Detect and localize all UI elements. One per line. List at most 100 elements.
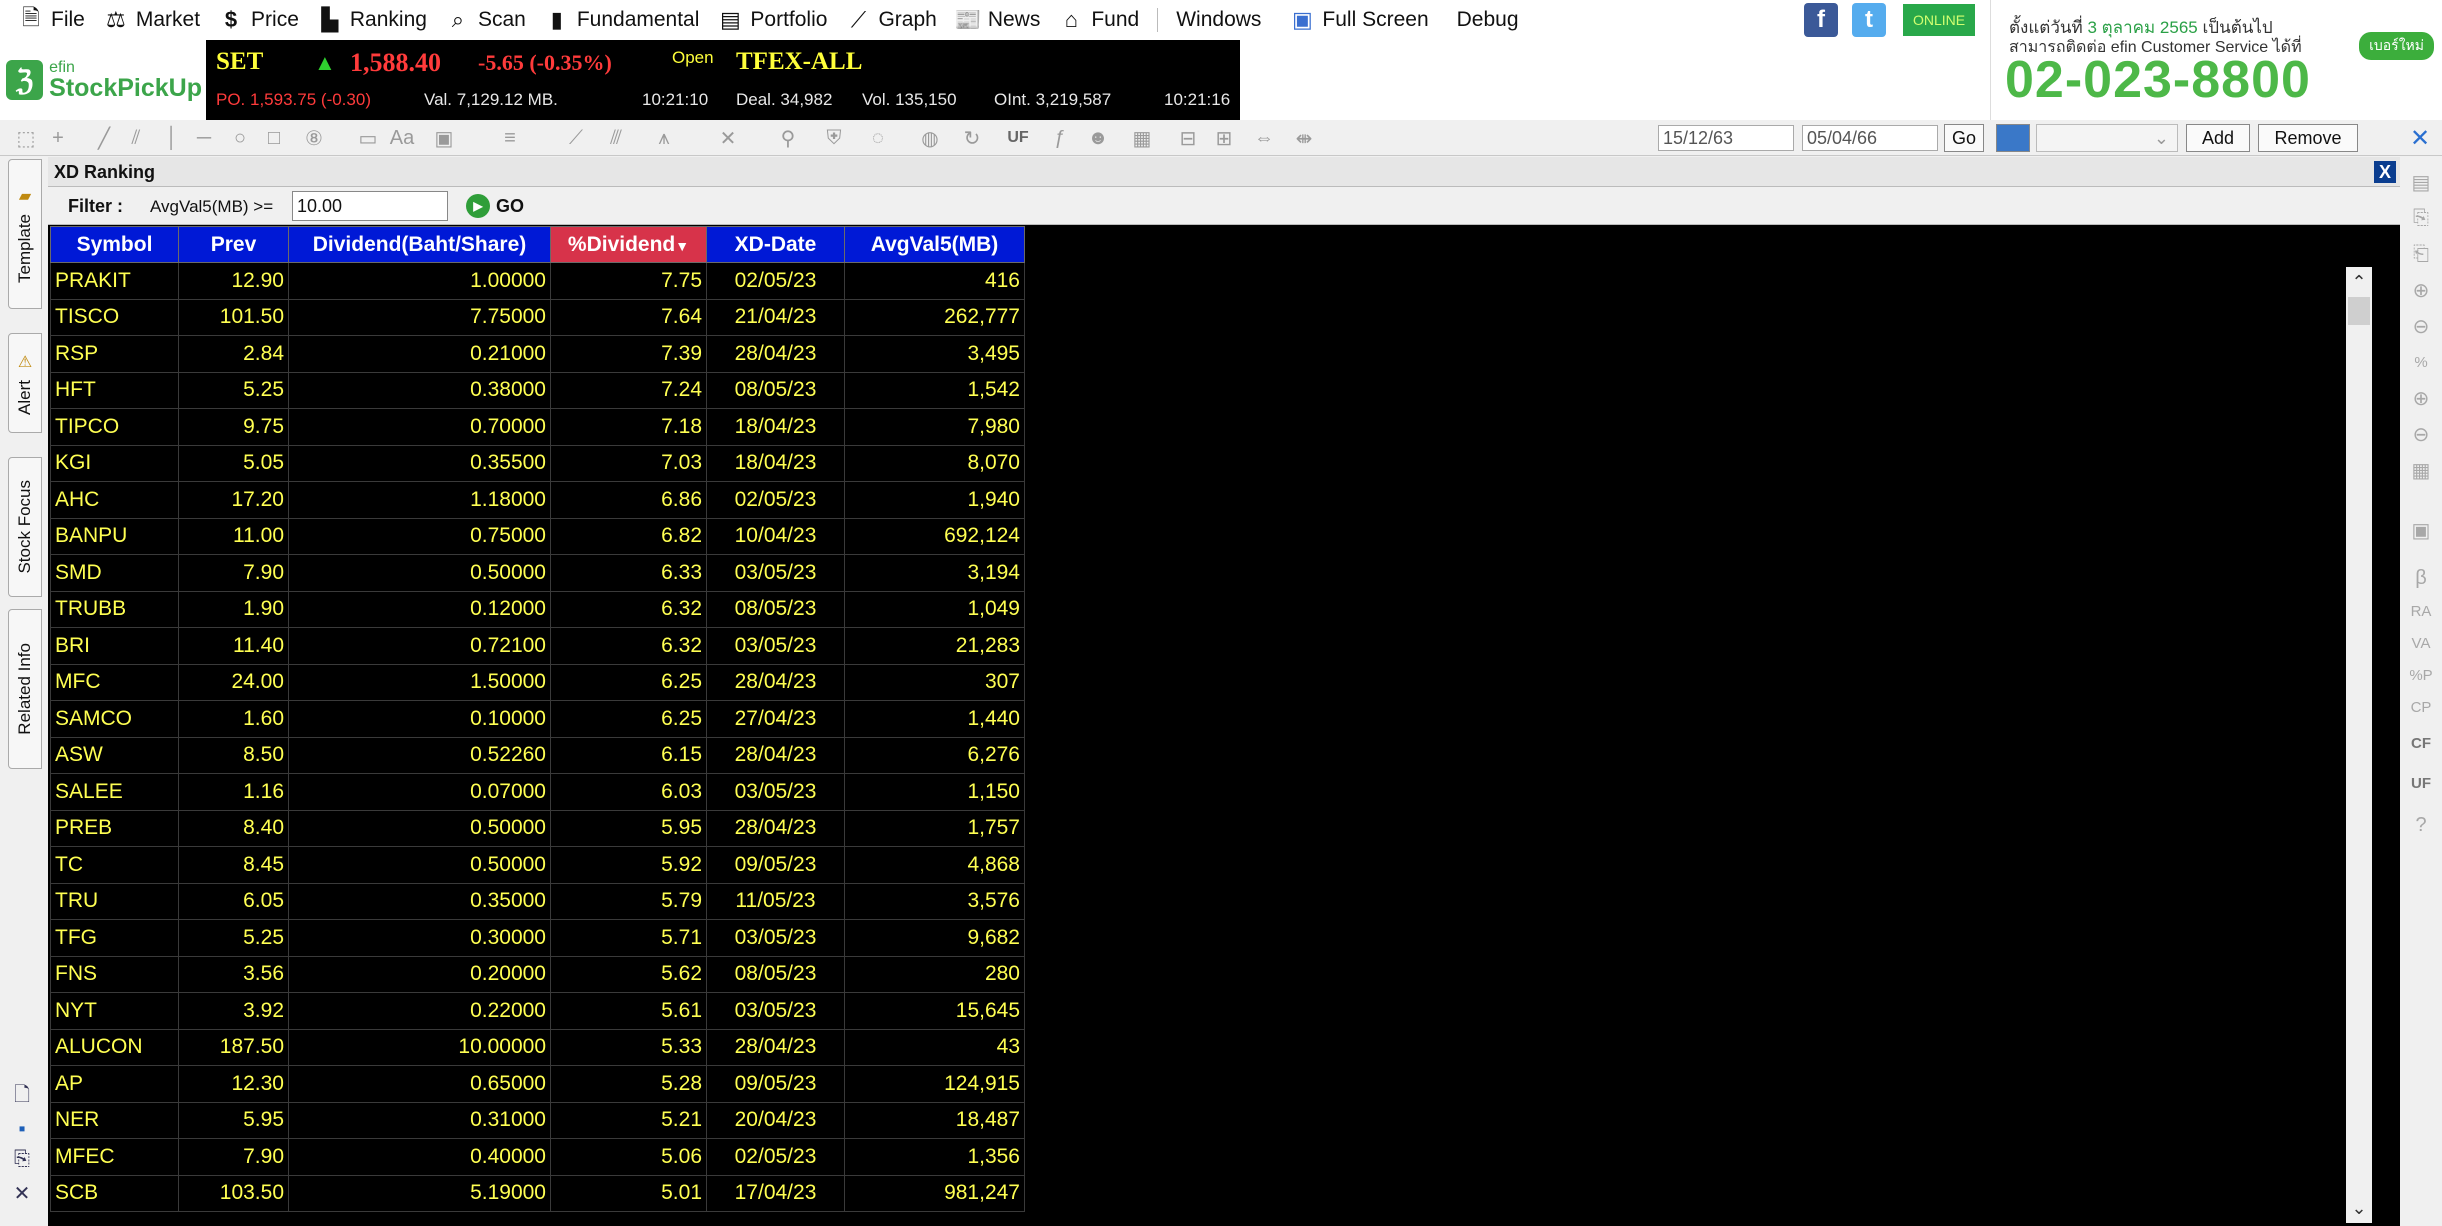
menu-file[interactable]: 🗎 File — [18, 0, 85, 40]
help-icon[interactable]: ? — [2408, 812, 2434, 838]
zoom-out-icon[interactable]: ⊖ — [2408, 421, 2434, 447]
formula-icon[interactable]: ƒ — [1048, 126, 1072, 150]
table-row[interactable]: HFT 5.25 0.38000 7.24 08/05/23 1,542 — [50, 371, 1025, 409]
table-row[interactable]: PREB 8.40 0.50000 5.95 28/04/23 1,757 — [50, 809, 1025, 847]
text-icon[interactable]: Aa — [390, 126, 414, 150]
table-row[interactable]: BRI 11.40 0.72100 6.32 03/05/23 21,283 — [50, 627, 1025, 665]
scrollbar-thumb[interactable] — [2348, 297, 2370, 325]
menu-news[interactable]: 📰 News — [954, 0, 1040, 40]
add-chart-icon[interactable]: ⊕ — [2408, 277, 2434, 303]
menu-fund[interactable]: ⌂ Fund — [1058, 0, 1140, 40]
menu-market[interactable]: ⚖ Market — [103, 0, 200, 40]
add-button[interactable]: Add — [2186, 124, 2250, 152]
remove-button[interactable]: Remove — [2258, 124, 2358, 152]
uf-right-tool[interactable]: UF — [2408, 770, 2434, 796]
uf-tool[interactable]: UF — [1006, 126, 1030, 150]
new-document-icon[interactable]: 🗋 — [10, 1084, 34, 1109]
menu-fundamental[interactable]: ▮ Fundamental — [544, 0, 700, 40]
table-row[interactable]: FNS 3.56 0.20000 5.62 08/05/23 280 — [50, 955, 1025, 993]
table-row[interactable]: SMD 7.90 0.50000 6.33 03/05/23 3,194 — [50, 554, 1025, 592]
table-row[interactable]: NER 5.95 0.31000 5.21 20/04/23 18,487 — [50, 1101, 1025, 1139]
image-icon[interactable]: ▣ — [2408, 517, 2434, 543]
pattern-icon[interactable]: ⩚ — [652, 126, 676, 150]
table-row[interactable]: BANPU 11.00 0.75000 6.82 10/04/23 692,124 — [50, 517, 1025, 555]
expand-icon[interactable]: ⇔ — [1252, 126, 1276, 150]
table-row[interactable]: PRAKIT 12.90 1.00000 7.75 02/05/23 416 — [50, 262, 1025, 300]
table-row[interactable]: MFEC 7.90 0.40000 5.06 02/05/23 1,356 — [50, 1138, 1025, 1176]
table-row[interactable]: AHC 17.20 1.18000 6.86 02/05/23 1,940 — [50, 481, 1025, 519]
column-header-dividend[interactable]: Dividend(Baht/Share) — [288, 226, 551, 263]
column-header-percent-dividend[interactable]: %Dividend▼ — [550, 226, 707, 263]
tab-alert[interactable]: ⚠ Alert — [8, 333, 42, 433]
copy-icon[interactable]: ⎘ — [2408, 205, 2434, 231]
crosshair-icon[interactable]: + — [46, 126, 70, 150]
table-row[interactable]: RSP 2.84 0.21000 7.39 28/04/23 3,495 — [50, 335, 1025, 373]
paste-icon[interactable]: ⎗ — [2408, 241, 2434, 267]
table-row[interactable]: SALEE 1.16 0.07000 6.03 03/05/23 1,150 — [50, 773, 1025, 811]
va-tool[interactable]: VA — [2408, 630, 2434, 656]
brush-icon[interactable]: ⑧ — [302, 126, 326, 150]
grid-icon[interactable]: ▦ — [2408, 457, 2434, 483]
cf-tool[interactable]: CF — [2408, 730, 2434, 756]
table-row[interactable]: MFC 24.00 1.50000 6.25 28/04/23 307 — [50, 663, 1025, 701]
tab-related-info[interactable]: Related Info — [8, 609, 42, 769]
table-row[interactable]: NYT 3.92 0.22000 5.61 03/05/23 15,645 — [50, 992, 1025, 1030]
vertical-scrollbar[interactable]: ⌃ ⌄ — [2346, 267, 2372, 1223]
menu-portfolio[interactable]: ▤ Portfolio — [717, 0, 827, 40]
close-icon[interactable]: ✕ — [10, 1181, 34, 1205]
go-date-button[interactable]: Go — [1944, 124, 1984, 152]
table-row[interactable]: ALUCON 187.50 10.00000 5.33 28/04/23 43 — [50, 1028, 1025, 1066]
close-toolbar-icon[interactable]: ✕ — [2408, 125, 2432, 152]
menu-windows[interactable]: Windows — [1176, 0, 1261, 40]
date-to-field[interactable]: 05/04/66 — [1802, 125, 1938, 151]
twitter-icon[interactable]: t — [1852, 3, 1886, 37]
table-row[interactable]: TC 8.45 0.50000 5.92 09/05/23 4,868 — [50, 846, 1025, 884]
horizontal-line-icon[interactable]: ─ — [192, 126, 216, 150]
beta-icon[interactable]: β — [2408, 565, 2434, 591]
remove-chart-icon[interactable]: ⊖ — [2408, 313, 2434, 339]
speed-line-icon[interactable]: ⫻ — [604, 126, 628, 150]
pointer-icon[interactable]: ⬚ — [14, 126, 38, 150]
column-header-xd-date[interactable]: XD-Date — [706, 226, 845, 263]
table-row[interactable]: TRU 6.05 0.35000 5.79 11/05/23 3,576 — [50, 882, 1025, 920]
zoom-in-icon[interactable]: ⊕ — [2408, 385, 2434, 411]
menu-debug[interactable]: Debug — [1457, 0, 1519, 40]
panel-close-button[interactable]: X — [2374, 161, 2396, 183]
percent-scale-icon[interactable]: % — [2408, 349, 2434, 375]
menu-scan[interactable]: ⌕ Scan — [445, 0, 526, 40]
share-icon[interactable]: ⎘ — [10, 1147, 34, 1171]
line-style-icon[interactable]: ≡ — [498, 126, 522, 150]
menu-ranking[interactable]: ▙ Ranking — [317, 0, 427, 40]
indicator-icon[interactable]: ▣ — [432, 126, 456, 150]
delete-drawing-icon[interactable]: ✕ — [716, 126, 740, 150]
compare-icon[interactable]: ◌ — [866, 126, 890, 150]
column-header-prev[interactable]: Prev — [178, 226, 289, 263]
vertical-line-icon[interactable]: │ — [160, 126, 184, 150]
zoom-out-icon[interactable]: ⊟ — [1176, 126, 1200, 150]
filter-go-button[interactable]: ▶ GO — [466, 193, 524, 219]
table-row[interactable]: TISCO 101.50 7.75000 7.64 21/04/23 262,777 — [50, 298, 1025, 336]
table-row[interactable]: SAMCO 1.60 0.10000 6.25 27/04/23 1,440 — [50, 700, 1025, 738]
date-from-field[interactable]: 15/12/63 — [1658, 125, 1794, 151]
table-row[interactable]: SCB 103.50 5.19000 5.01 17/04/23 981,247 — [50, 1174, 1025, 1212]
circle-icon[interactable]: ○ — [228, 126, 252, 150]
facebook-icon[interactable]: f — [1804, 3, 1838, 37]
filter-value-input[interactable] — [292, 191, 448, 221]
ra-tool[interactable]: RA — [2408, 598, 2434, 624]
menu-price[interactable]: $ Price — [218, 0, 299, 40]
symbol-select[interactable]: ⌄ — [2036, 124, 2178, 152]
menu-full-screen[interactable]: ▣ Full Screen — [1289, 0, 1429, 40]
set-index-label[interactable]: SET — [216, 48, 263, 76]
user-icon[interactable]: ☻ — [1086, 126, 1110, 150]
scroll-down-icon[interactable]: ⌄ — [2346, 1195, 2372, 1221]
zoom-in-icon[interactable]: ⊞ — [1212, 126, 1236, 150]
table-row[interactable]: TRUBB 1.90 0.12000 6.32 08/05/23 1,049 — [50, 590, 1025, 628]
ad-banner[interactable]: ตั้งแต่วันที่ 3 ตุลาคม 2565 เป็นต้นไป สา… — [1990, 0, 2442, 120]
table-row[interactable]: ASW 8.50 0.52260 6.15 28/04/23 6,276 — [50, 736, 1025, 774]
rectangle-icon[interactable]: □ — [262, 126, 286, 150]
magnet-icon[interactable]: ⚲ — [776, 126, 800, 150]
tfex-label[interactable]: TFEX-ALL — [736, 48, 862, 76]
parallel-line-icon[interactable]: ⫽ — [124, 126, 148, 150]
tab-stock-focus[interactable]: Stock Focus — [8, 457, 42, 597]
trend-line-icon[interactable]: ╱ — [92, 126, 116, 150]
